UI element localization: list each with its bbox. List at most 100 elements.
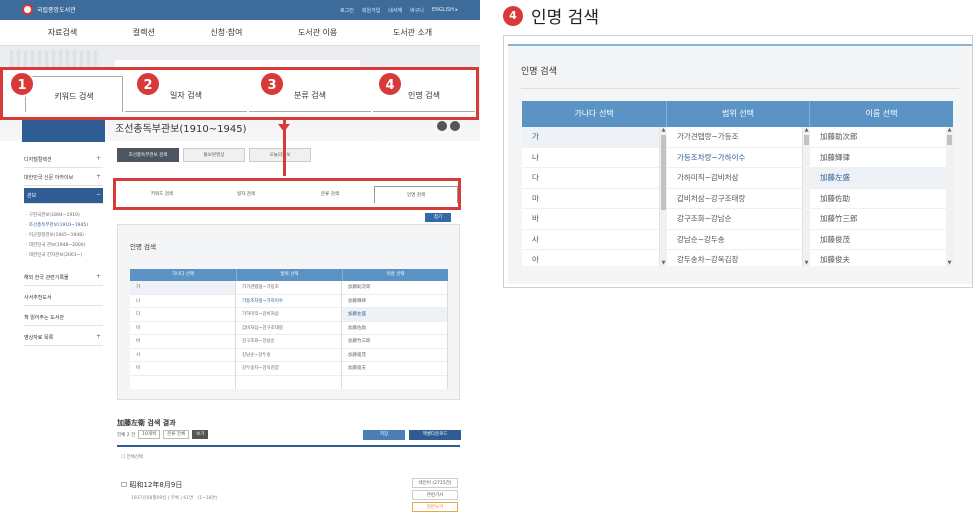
- tab-gazette-search[interactable]: 조선총독부관보 검색: [117, 148, 179, 162]
- list-item[interactable]: 가하미직~감비처삼: [236, 308, 341, 322]
- list-item[interactable]: 마: [522, 189, 659, 209]
- list-item[interactable]: 加藤竹三郎: [810, 209, 946, 230]
- tab-notice-video[interactable]: 통보원영상: [183, 148, 245, 162]
- list-item[interactable]: 강남순~강두송: [236, 349, 341, 362]
- expand-icon: +: [95, 333, 101, 340]
- scroll-up-icon[interactable]: ▲: [660, 127, 667, 133]
- print-icon[interactable]: [437, 121, 447, 131]
- list-item[interactable]: 아: [130, 362, 235, 376]
- sidebar-sub-1[interactable]: · 구한국관보(1894~1910): [26, 212, 80, 218]
- tab-keyword-small[interactable]: 키워드 검색: [124, 186, 200, 203]
- index-button[interactable]: 색인어 (2715건): [412, 478, 458, 488]
- zoom-heading: 4 인명 검색: [503, 3, 599, 28]
- gnb-collection[interactable]: 컬렉션: [133, 27, 155, 38]
- scroll-up-icon[interactable]: ▲: [946, 127, 953, 133]
- scroll-down-icon[interactable]: ▼: [660, 260, 667, 266]
- sidebar-item-overseas[interactable]: 해외 한국 관련기록물 +: [24, 270, 103, 286]
- list-item[interactable]: 가가견탭랑~가등조: [667, 127, 802, 148]
- tab-date-small[interactable]: 일자 검색: [208, 186, 284, 203]
- list-item[interactable]: 사: [522, 230, 659, 250]
- gnb-apply[interactable]: 신청·참여: [210, 27, 242, 38]
- scroll-up-icon[interactable]: ▲: [803, 127, 810, 133]
- ganada-scrollbar[interactable]: ▲ ▼: [660, 127, 667, 266]
- list-item[interactable]: 加藤佐助: [810, 189, 946, 209]
- tab-today-gazette[interactable]: 오늘의관보: [249, 148, 311, 162]
- list-item[interactable]: 강남순~강두송: [667, 230, 802, 250]
- tab-class-small[interactable]: 분류 검색: [292, 186, 368, 203]
- list-item[interactable]: 加藤俊茂: [342, 349, 447, 362]
- list-item[interactable]: 사: [130, 349, 235, 362]
- list-item[interactable]: 加藤輝律: [810, 148, 946, 168]
- scroll-thumb[interactable]: [947, 135, 952, 145]
- sort-select[interactable]: 분류 전체: [163, 430, 190, 439]
- util-join[interactable]: 회원가입: [362, 7, 380, 14]
- list-item[interactable]: 加藤左盛: [810, 168, 946, 189]
- name-scrollbar[interactable]: ▲ ▼: [946, 127, 953, 266]
- list-item[interactable]: 바: [522, 209, 659, 230]
- sidebar-item-video[interactable]: 영상자료 목록 +: [24, 330, 103, 346]
- sidebar-item-recommend[interactable]: 사서추천도서: [24, 290, 103, 306]
- sidebar-sub-4[interactable]: · 대한민국 관보(1948~2000): [26, 242, 85, 248]
- list-item[interactable]: 바: [130, 335, 235, 349]
- list-item[interactable]: 加藤竹三郎: [342, 335, 447, 349]
- util-cart[interactable]: 바구니: [410, 7, 424, 14]
- excel-download-button[interactable]: 엑셀다운로드: [409, 430, 461, 440]
- sidebar-sub-3[interactable]: · 미군정청관보(1945~1948): [26, 232, 84, 238]
- tab-person-small[interactable]: 인명 검색: [374, 186, 458, 203]
- list-item[interactable]: 加藤佐助: [342, 322, 447, 335]
- list-item[interactable]: 加藤俊夫: [342, 362, 447, 376]
- related-button[interactable]: 관련기사: [412, 490, 458, 500]
- list-item[interactable]: 강두송차~강옥김장: [236, 362, 341, 376]
- list-item[interactable]: 다: [130, 308, 235, 322]
- select-all-checkbox[interactable]: ☐ 전체선택: [121, 454, 143, 460]
- scroll-thumb[interactable]: [804, 135, 809, 145]
- sidebar-item-gazette[interactable]: 관보 −: [24, 188, 103, 204]
- list-item[interactable]: 가하미직~감비처삼: [667, 168, 802, 189]
- view-button[interactable]: 보기: [192, 430, 209, 439]
- list-item[interactable]: 加藤俊夫: [810, 250, 946, 266]
- sidebar-item-reading[interactable]: 책 읽어주는 도서관: [24, 310, 103, 326]
- list-item[interactable]: 나: [522, 148, 659, 168]
- list-item[interactable]: 강두송차~강옥김장: [667, 250, 802, 266]
- list-item[interactable]: 나: [130, 295, 235, 308]
- list-item[interactable]: 加藤助次郎: [810, 127, 946, 148]
- scroll-thumb[interactable]: [661, 135, 666, 210]
- range-scrollbar[interactable]: ▲ ▼: [803, 127, 810, 266]
- list-item[interactable]: 加藤助次郎: [342, 281, 447, 295]
- list-item[interactable]: 강구조화~강남순: [236, 335, 341, 349]
- list-item[interactable]: 加藤左盛: [342, 308, 447, 322]
- gnb-search[interactable]: 자료검색: [48, 27, 77, 38]
- share-icon[interactable]: [450, 121, 460, 131]
- list-item[interactable]: 가등조차랑~가하이수: [236, 295, 341, 308]
- gnb-about[interactable]: 도서관 소개: [393, 27, 432, 38]
- list-item[interactable]: 가: [522, 127, 659, 148]
- result-item-title[interactable]: ☐ 昭和12年8月9日: [121, 480, 182, 490]
- scroll-down-icon[interactable]: ▼: [803, 260, 810, 266]
- list-item[interactable]: 가: [130, 281, 235, 295]
- per-page-select[interactable]: 10개씩: [138, 430, 161, 439]
- list-item[interactable]: 가등조차랑~가하이수: [667, 148, 802, 168]
- sidebar-item-digital[interactable]: 디지털컬렉션 +: [24, 152, 103, 168]
- sidebar-sub-5[interactable]: · 대한민국 전자관보(2001~): [26, 252, 82, 258]
- list-item[interactable]: 마: [130, 322, 235, 335]
- list-item[interactable]: 갑비처삼~강구조태랑: [236, 322, 341, 335]
- list-item[interactable]: 加藤輝律: [342, 295, 447, 308]
- original-button[interactable]: 원문보기: [412, 502, 458, 512]
- sidebar-sub-2[interactable]: · 조선총독부관보(1910~1945): [26, 222, 88, 228]
- list-item[interactable]: 加藤俊茂: [810, 230, 946, 250]
- fold-button[interactable]: 접기: [425, 213, 451, 222]
- util-mylib[interactable]: 내서재: [388, 7, 402, 14]
- util-english[interactable]: ENGLISH ▸: [432, 7, 458, 14]
- list-item[interactable]: 다: [522, 168, 659, 189]
- list-item[interactable]: 갑비처삼~강구조태랑: [667, 189, 802, 209]
- list-item[interactable]: 가가견탭랑~가등조: [236, 281, 341, 295]
- scroll-down-icon[interactable]: ▼: [946, 260, 953, 266]
- list-item[interactable]: 아: [522, 250, 659, 266]
- site-logo[interactable]: 국립중앙도서관: [22, 4, 76, 15]
- gnb-use[interactable]: 도서관 이용: [298, 27, 337, 38]
- util-login[interactable]: 로그인: [340, 7, 354, 14]
- tab-keyword[interactable]: 키워드 검색: [25, 76, 123, 112]
- list-item[interactable]: 강구조화~강남순: [667, 209, 802, 230]
- sidebar-item-newspaper[interactable]: 대한민국 신문 아카이브 +: [24, 170, 103, 186]
- save-button[interactable]: 저장: [363, 430, 405, 440]
